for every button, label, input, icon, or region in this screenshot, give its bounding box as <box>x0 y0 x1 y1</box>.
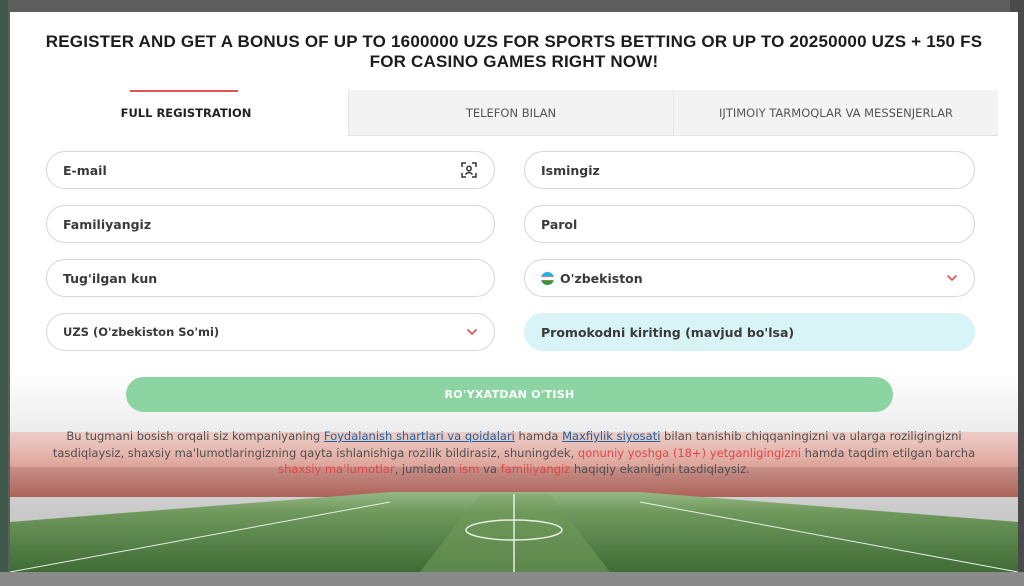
currency-select[interactable]: UZS (O'zbekiston So'mi) <box>46 313 495 351</box>
terms-link[interactable]: Foydalanish shartlari va qoidalari <box>324 429 515 443</box>
face-scan-icon[interactable] <box>460 161 478 179</box>
password-placeholder: Parol <box>541 216 578 232</box>
uzbekistan-flag-icon <box>541 271 554 285</box>
country-value: O'zbekiston <box>560 270 643 286</box>
password-field[interactable]: Parol <box>524 205 975 243</box>
legal-surname-text: familiyangiz <box>500 462 571 476</box>
tab-full-registration[interactable]: FULL REGISTRATION <box>24 90 348 136</box>
backdrop-left-strip <box>0 0 8 586</box>
birthday-field[interactable]: Tug'ilgan kun <box>46 259 495 297</box>
legal-text-1: Bu tugmani bosish orqali siz kompaniyani… <box>66 429 324 443</box>
promo-code-placeholder: Promokodni kiriting (mavjud bo'lsa) <box>541 324 795 340</box>
promo-code-field[interactable]: Promokodni kiriting (mavjud bo'lsa) <box>524 313 975 351</box>
registration-modal: REGISTER AND GET A BONUS OF UP TO 160000… <box>10 12 1018 572</box>
registration-tabs: FULL REGISTRATION TELEFON BILAN IJTIMOIY… <box>24 90 998 136</box>
legal-age-text: qonuniy yoshga (18+) yetganligingizni <box>577 445 801 460</box>
email-placeholder: E-mail <box>63 162 107 178</box>
first-name-placeholder: Ismingiz <box>541 162 600 178</box>
tab-social-networks[interactable]: IJTIMOIY TARMOQLAR VA MESSENJERLAR <box>673 90 998 136</box>
birthday-placeholder: Tug'ilgan kun <box>63 270 158 286</box>
last-name-field[interactable]: Familiyangiz <box>46 205 495 243</box>
legal-text-2: hamda <box>514 429 563 443</box>
currency-value: UZS (O'zbekiston So'mi) <box>63 325 220 339</box>
legal-notice: Bu tugmani bosish orqali siz kompaniyani… <box>38 428 990 478</box>
chevron-down-icon <box>946 274 958 282</box>
last-name-placeholder: Familiyangiz <box>63 216 152 232</box>
chevron-down-icon <box>466 328 478 336</box>
first-name-field[interactable]: Ismingiz <box>524 151 975 189</box>
tab-phone[interactable]: TELEFON BILAN <box>348 90 673 136</box>
legal-text-5: , jumladan <box>394 462 460 476</box>
legal-personal-data-text: shaxsiy ma'lumotlar <box>278 462 395 476</box>
email-field[interactable]: E-mail <box>46 151 495 189</box>
legal-text-7: haqiqiy ekanligini tasdiqlaysiz. <box>570 462 750 476</box>
legal-name-text: ism <box>459 462 480 476</box>
legal-text-4: hamda taqdim etilgan barcha <box>800 445 976 460</box>
modal-title: REGISTER AND GET A BONUS OF UP TO 160000… <box>45 32 983 71</box>
legal-text-6: va <box>479 462 501 476</box>
backdrop-bottom-strip <box>0 572 1024 586</box>
register-button[interactable]: RO'YXATDAN O'TISH <box>126 377 893 412</box>
country-select[interactable]: O'zbekiston <box>524 259 975 297</box>
privacy-policy-link[interactable]: Maxfiylik siyosati <box>562 429 660 443</box>
